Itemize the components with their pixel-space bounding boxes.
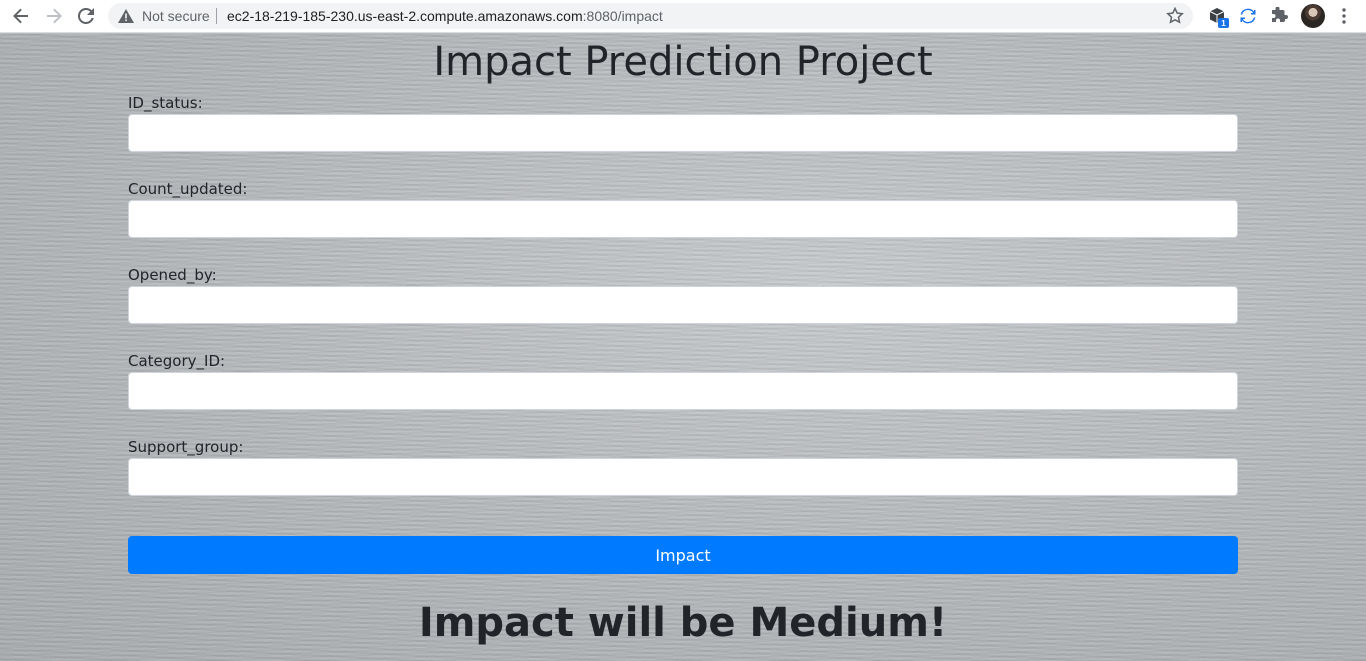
url-text[interactable]: ec2-18-219-185-230.us-east-2.compute.ama… <box>227 8 663 24</box>
kebab-menu-icon[interactable] <box>1331 4 1357 28</box>
id-status-input[interactable] <box>128 114 1238 152</box>
puzzle-icon[interactable] <box>1267 4 1293 28</box>
support-group-input[interactable] <box>128 458 1238 496</box>
prediction-result: Impact will be Medium! <box>418 600 948 646</box>
support-group-label: Support_group: <box>128 438 244 456</box>
extension-cube-icon[interactable]: 1 <box>1204 4 1230 28</box>
category-id-label: Category_ID: <box>128 352 226 370</box>
opened-by-label: Opened_by: <box>128 266 217 284</box>
sync-icon[interactable] <box>1235 4 1261 28</box>
back-arrow-icon[interactable] <box>8 4 34 28</box>
star-icon[interactable] <box>1165 6 1185 26</box>
extension-badge: 1 <box>1218 18 1229 28</box>
omnibox-divider <box>216 8 217 24</box>
browser-toolbar: Not secure ec2-18-219-185-230.us-east-2.… <box>0 0 1366 33</box>
page-content: Impact Prediction Project ID_status: Cou… <box>0 34 1366 661</box>
url-path: :8080/impact <box>582 8 663 24</box>
warning-icon[interactable] <box>118 8 134 24</box>
forward-arrow-icon[interactable] <box>41 4 67 28</box>
count-updated-input[interactable] <box>128 200 1238 238</box>
id-status-label: ID_status: <box>128 94 203 112</box>
category-id-input[interactable] <box>128 372 1238 410</box>
avatar[interactable] <box>1301 4 1325 28</box>
opened-by-input[interactable] <box>128 286 1238 324</box>
address-bar[interactable]: Not secure ec2-18-219-185-230.us-east-2.… <box>108 3 1193 29</box>
url-host: ec2-18-219-185-230.us-east-2.compute.ama… <box>227 8 583 24</box>
impact-submit-button[interactable]: Impact <box>128 536 1238 574</box>
security-label[interactable]: Not secure <box>142 8 210 24</box>
reload-icon[interactable] <box>73 4 99 28</box>
page-title: Impact Prediction Project <box>433 39 933 85</box>
count-updated-label: Count_updated: <box>128 180 248 198</box>
